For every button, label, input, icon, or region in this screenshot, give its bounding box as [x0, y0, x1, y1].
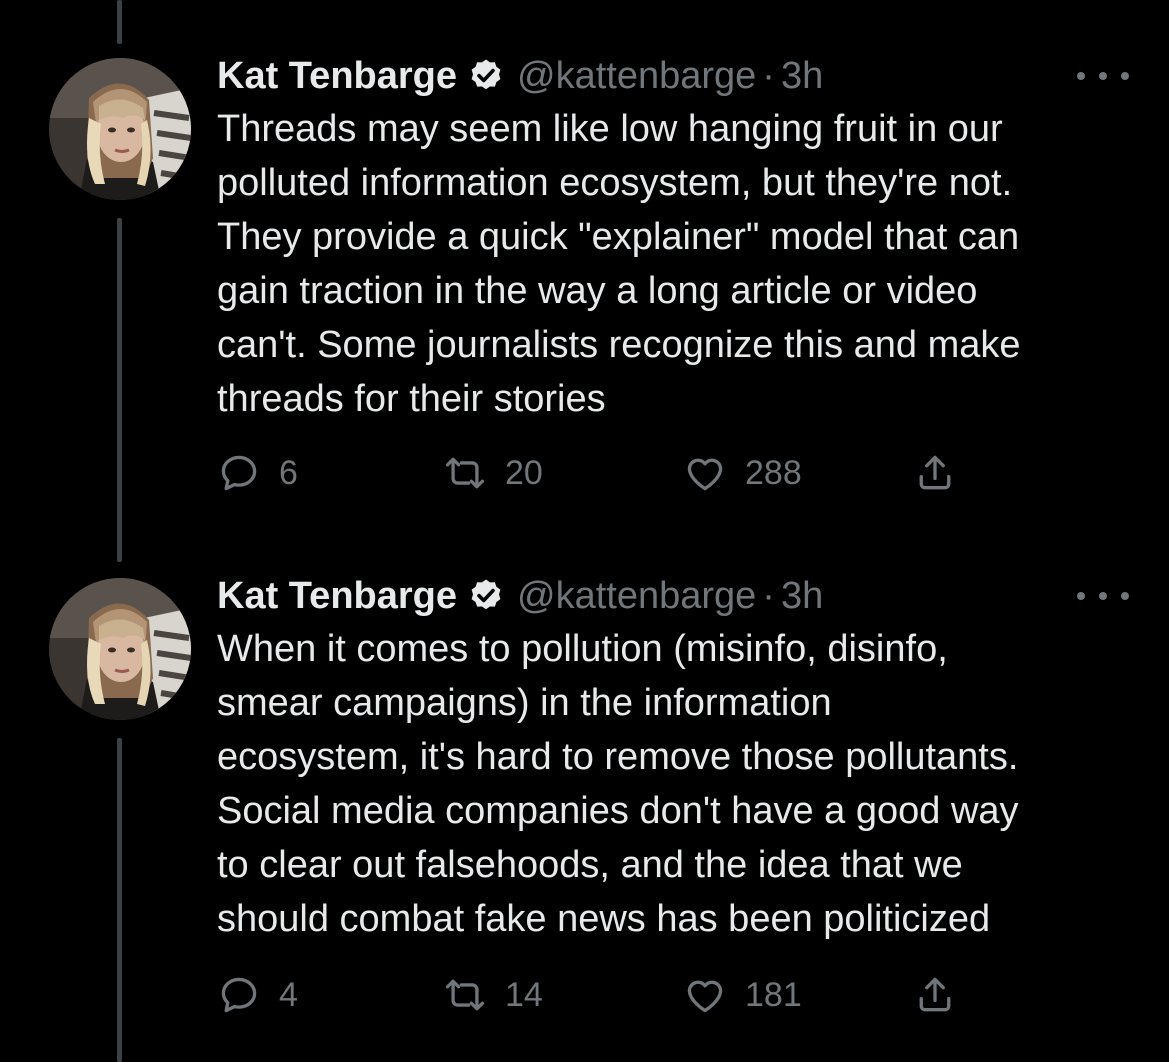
share-button[interactable] [913, 448, 975, 498]
avatar[interactable] [49, 58, 191, 200]
retweet-count: 14 [505, 975, 543, 1014]
action-bar: 6 20 288 [217, 448, 977, 498]
retweet-icon [445, 457, 485, 489]
verified-badge-icon [467, 577, 505, 615]
separator-dot: · [762, 55, 775, 97]
retweet-button[interactable]: 20 [443, 448, 543, 498]
retweet-count: 20 [505, 453, 543, 492]
tweet-text-line: When it comes to pollution (misinfo, dis… [217, 628, 948, 670]
timestamp[interactable]: 3h [781, 52, 823, 100]
tweet-header: Kat Tenbarge @kattenbarge · 3h [217, 52, 1129, 100]
tweet-text-line: They provide a quick "explainer" model t… [217, 216, 1020, 258]
reply-count: 6 [279, 453, 298, 492]
tweet-text-line: can't. Some journalists recognize this a… [217, 324, 1021, 366]
timestamp[interactable]: 3h [781, 572, 823, 620]
like-icon [687, 458, 723, 491]
separator-dot: · [762, 575, 775, 617]
tweet-text: When it comes to pollution (misinfo, dis… [217, 622, 1137, 946]
tweet-text-line: smear campaigns) in the information [217, 682, 832, 724]
tweet-text-line: ecosystem, it's hard to remove those pol… [217, 736, 1019, 778]
retweet-button[interactable]: 14 [443, 970, 543, 1020]
retweet-icon [445, 979, 485, 1011]
author-handle[interactable]: @kattenbarge [517, 572, 756, 620]
author-name[interactable]: Kat Tenbarge [217, 52, 457, 100]
avatar-image [49, 578, 191, 720]
avatar-image [49, 58, 191, 200]
more-options-icon[interactable] [1077, 58, 1129, 94]
reply-icon [221, 977, 257, 1013]
share-button[interactable] [913, 970, 975, 1020]
like-count: 288 [745, 453, 802, 492]
more-options-icon[interactable] [1077, 578, 1129, 614]
tweet-text: Threads may seem like low hanging fruit … [217, 102, 1137, 426]
reply-button[interactable]: 4 [217, 970, 298, 1020]
author-name[interactable]: Kat Tenbarge [217, 572, 457, 620]
tweet-text-line: threads for their stories [217, 378, 606, 420]
like-icon [687, 980, 723, 1013]
reply-count: 4 [279, 975, 298, 1014]
tweet-text-line: gain traction in the way a long article … [217, 270, 978, 312]
action-bar: 4 14 181 [217, 970, 977, 1020]
tweet-text-line: to clear out falsehoods, and the idea th… [217, 844, 963, 886]
tweet-text-line: Social media companies don't have a good… [217, 790, 1019, 832]
avatar[interactable] [49, 578, 191, 720]
reply-button[interactable]: 6 [217, 448, 298, 498]
tweet-text-line: should combat fake news has been politic… [217, 898, 991, 940]
thread-line-top [117, 0, 122, 44]
author-handle[interactable]: @kattenbarge [517, 52, 756, 100]
share-icon [919, 455, 951, 490]
tweet-text-line: polluted information ecosystem, but they… [217, 162, 1013, 204]
reply-icon [221, 455, 257, 491]
like-button[interactable]: 288 [683, 448, 802, 498]
like-count: 181 [745, 975, 802, 1014]
tweet-header: Kat Tenbarge @kattenbarge · 3h [217, 572, 1129, 620]
tweet-text-line: Threads may seem like low hanging fruit … [217, 108, 1003, 150]
thread-line-middle [117, 218, 122, 562]
thread-line-bottom [117, 738, 122, 1062]
like-button[interactable]: 181 [683, 970, 802, 1020]
verified-badge-icon [467, 57, 505, 95]
share-icon [919, 977, 951, 1012]
